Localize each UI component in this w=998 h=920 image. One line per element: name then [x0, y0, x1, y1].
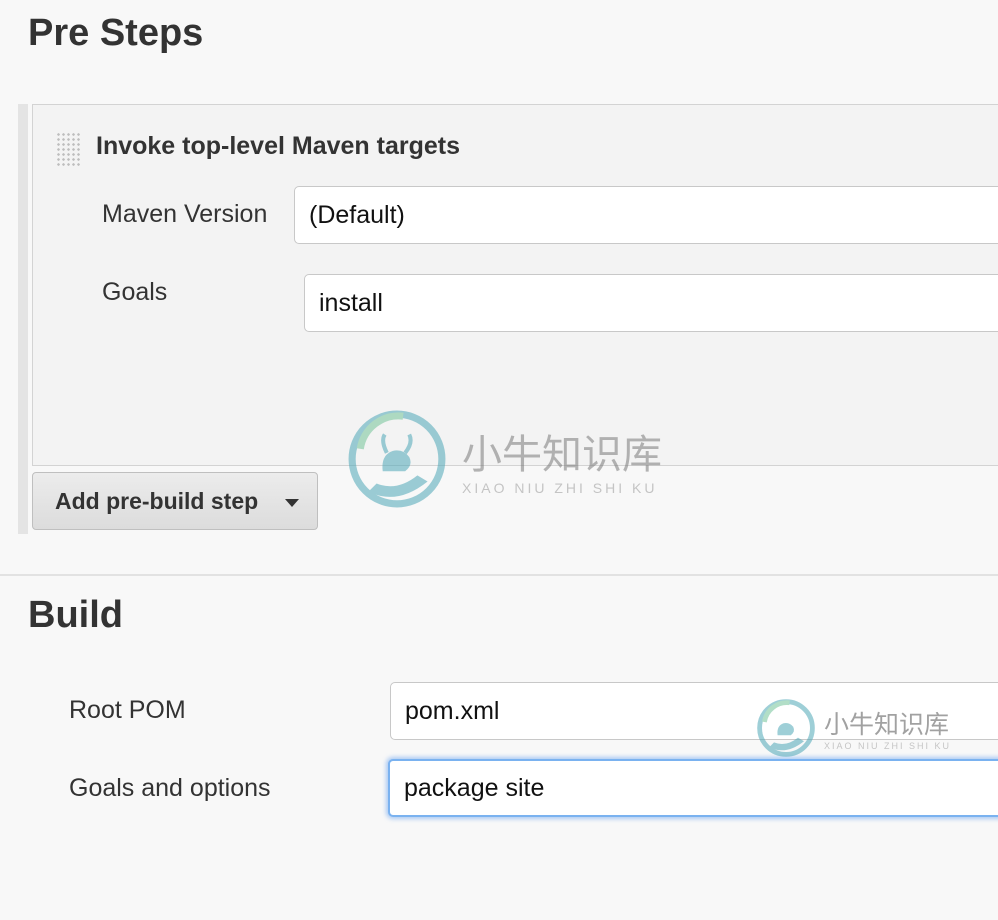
- watermark-logo-icon: [348, 410, 446, 508]
- watermark-small-cn-text: 小牛知识库: [824, 711, 950, 739]
- section-divider: [0, 574, 998, 576]
- add-pre-build-step-label: Add pre-build step: [55, 487, 259, 514]
- maven-version-label: Maven Version: [102, 200, 268, 228]
- root-pom-label: Root POM: [69, 696, 186, 724]
- watermark-en-text: XIAO NIU ZHI SHI KU: [462, 480, 658, 496]
- goals-options-input[interactable]: package site: [388, 759, 998, 817]
- section-left-bar: [18, 104, 28, 534]
- add-pre-build-step-button[interactable]: Add pre-build step: [32, 472, 318, 530]
- step-title: Invoke top-level Maven targets: [96, 132, 461, 160]
- pre-steps-title: Pre Steps: [28, 12, 204, 54]
- goals-label: Goals: [102, 278, 168, 306]
- watermark-cn-text: 小牛知识库: [462, 433, 662, 477]
- watermark-small: 小牛知识库 XIAO NIU ZHI SHI KU: [756, 698, 951, 758]
- maven-version-select[interactable]: (Default): [294, 186, 998, 244]
- watermark-small-en-text: XIAO NIU ZHI SHI KU: [824, 741, 952, 751]
- goals-input[interactable]: install: [304, 274, 998, 332]
- watermark: 小牛知识库 XIAO NIU ZHI SHI KU: [346, 408, 662, 510]
- goals-options-label: Goals and options: [69, 774, 271, 802]
- drag-handle-icon[interactable]: [56, 132, 82, 166]
- build-title: Build: [28, 594, 123, 636]
- dropdown-caret-icon: [285, 499, 299, 507]
- watermark-small-logo-icon: [757, 699, 815, 757]
